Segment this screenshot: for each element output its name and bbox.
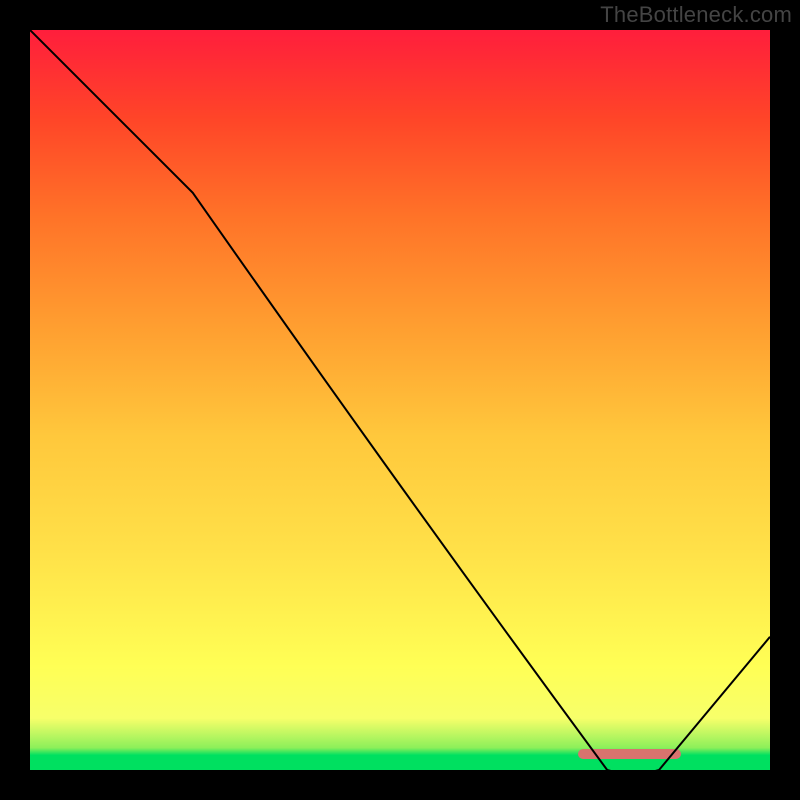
plot-area — [30, 30, 770, 770]
curve-line — [30, 30, 770, 770]
chart-frame: TheBottleneck.com — [0, 0, 800, 800]
attribution-label: TheBottleneck.com — [600, 2, 792, 28]
